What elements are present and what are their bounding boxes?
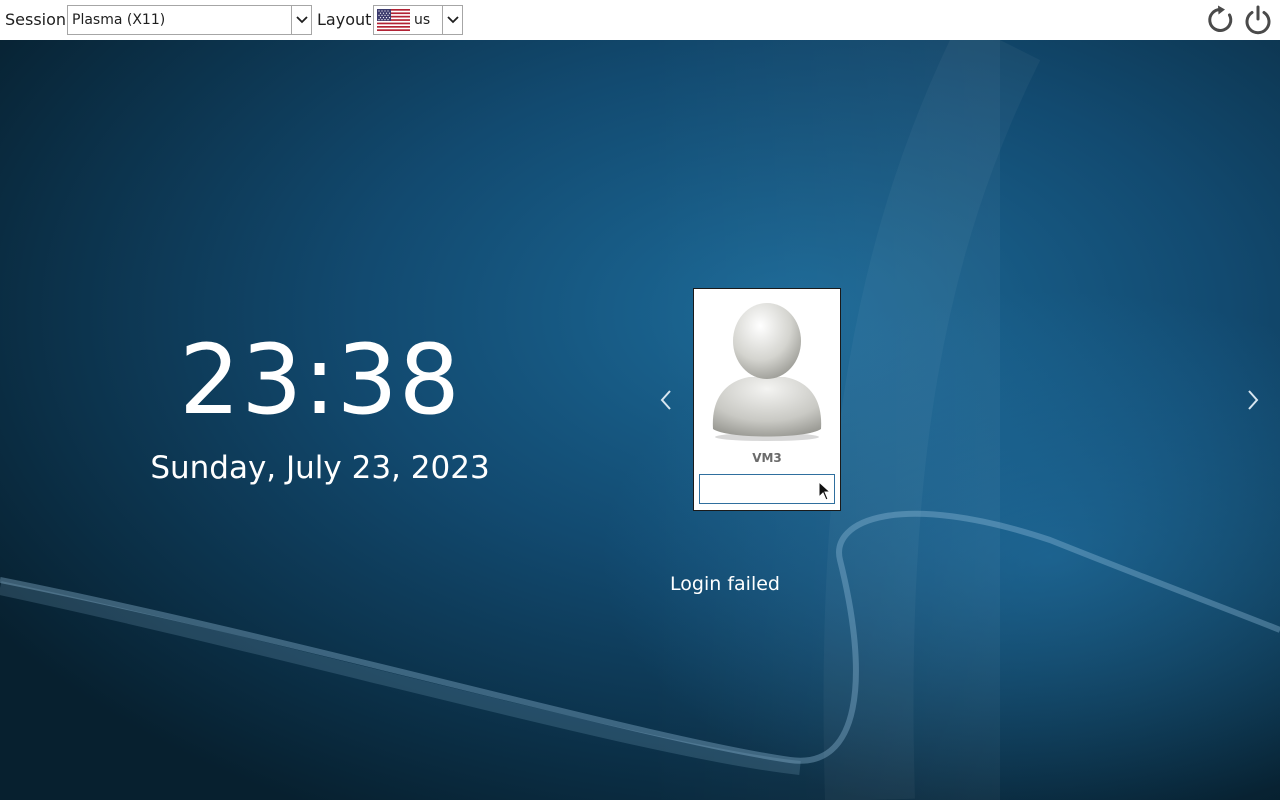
us-flag-icon (377, 9, 410, 31)
chevron-down-icon[interactable] (442, 6, 462, 34)
chevron-right-icon[interactable] (1241, 385, 1265, 415)
clock-date: Sunday, July 23, 2023 (150, 450, 490, 486)
reboot-icon[interactable] (1205, 4, 1237, 36)
username-label: VM3 (752, 451, 782, 465)
login-status-message: Login failed (670, 573, 780, 595)
session-label: Session (5, 10, 67, 29)
top-bar: Session Plasma (X11) Layout us (0, 0, 1280, 40)
chevron-down-icon[interactable] (291, 6, 311, 34)
user-avatar-icon (712, 303, 822, 441)
login-screen: Session Plasma (X11) Layout us 23:38 Sun… (0, 0, 1280, 800)
user-card[interactable]: VM3 (693, 288, 841, 511)
session-value: Plasma (X11) (72, 12, 166, 28)
session-select[interactable]: Plasma (X11) (67, 5, 312, 35)
power-icon[interactable] (1242, 4, 1274, 36)
layout-value: us (414, 12, 431, 28)
password-field[interactable] (699, 474, 835, 504)
layout-label: Layout (317, 10, 372, 29)
clock-time: 23:38 (179, 324, 461, 436)
chevron-left-icon[interactable] (654, 385, 678, 415)
layout-select[interactable]: us (373, 5, 463, 35)
